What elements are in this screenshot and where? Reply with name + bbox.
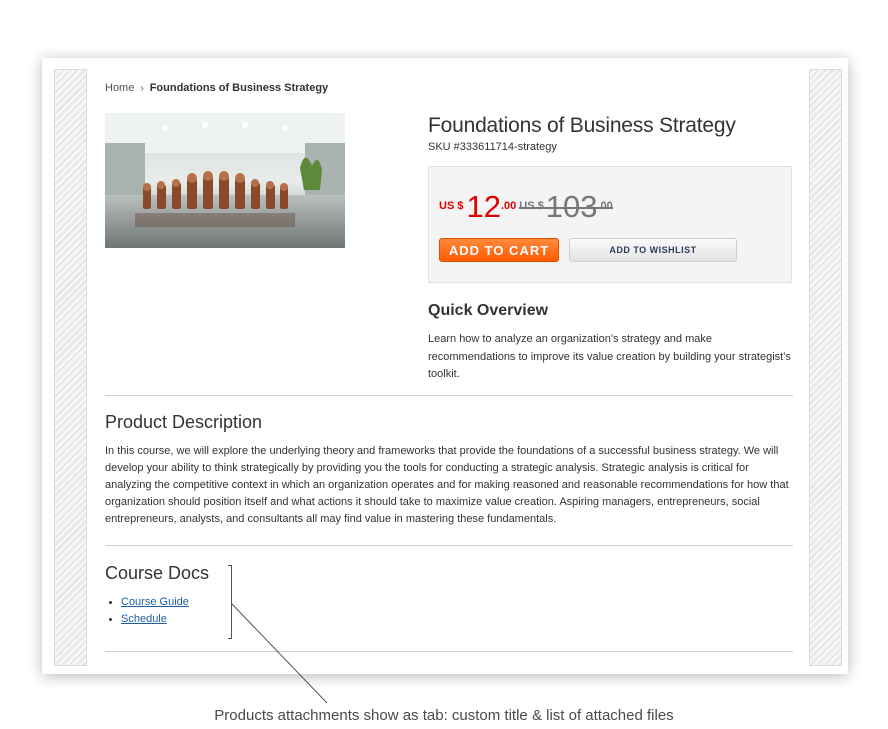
annotation-caption: Products attachments show as tab: custom… (214, 707, 674, 724)
annotation-pointer (231, 603, 328, 704)
